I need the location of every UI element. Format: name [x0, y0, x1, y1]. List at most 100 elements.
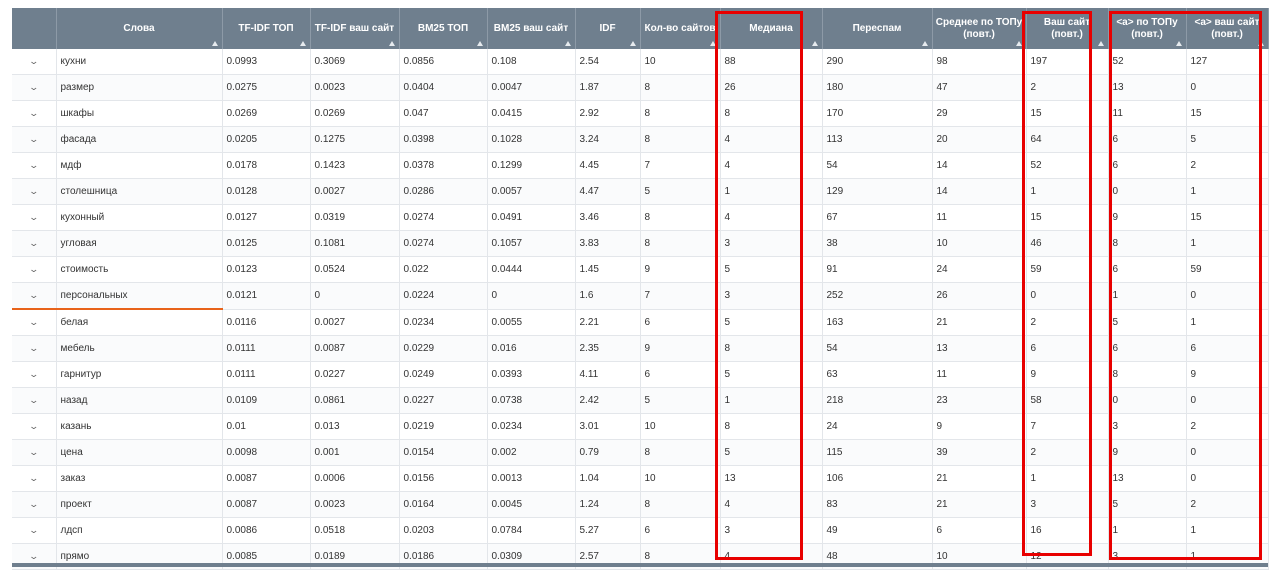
- row-expand-toggle[interactable]: ⌄: [12, 74, 57, 101]
- row-expand-toggle[interactable]: ⌄: [12, 439, 57, 466]
- table-row[interactable]: ⌄ заказ 0.0087 0.0006 0.0156 0.0013 1.04 10 13 10…: [12, 465, 1269, 492]
- cell-word: шкафы: [56, 100, 223, 127]
- chevron-down-icon[interactable]: ⌄: [28, 264, 39, 275]
- cell-median: 5: [720, 256, 823, 283]
- sort-arrow-icon[interactable]: [1097, 41, 1104, 46]
- table-row[interactable]: ⌄ персональных 0.0121 0 0.0224 0 1.6 7 3 252 26 0 1 0: [12, 282, 1269, 310]
- sort-arrow-icon[interactable]: [476, 41, 483, 46]
- column-header-a_top[interactable]: <a> по ТОПу (повт.): [1108, 8, 1187, 49]
- cell-overspam: 218: [822, 387, 933, 414]
- row-expand-toggle[interactable]: ⌄: [12, 387, 57, 414]
- sort-arrow-icon[interactable]: [299, 41, 306, 46]
- chevron-down-icon[interactable]: ⌄: [28, 134, 39, 145]
- column-header-median[interactable]: Медиана: [720, 8, 823, 49]
- chevron-down-icon[interactable]: ⌄: [28, 290, 39, 301]
- table-row[interactable]: ⌄ гарнитур 0.0111 0.0227 0.0249 0.0393 4.11 6 5 6…: [12, 361, 1269, 388]
- chevron-down-icon[interactable]: ⌄: [28, 238, 39, 249]
- sort-arrow-icon[interactable]: [921, 41, 928, 46]
- cell-tfidf_top: 0.0116: [222, 309, 311, 336]
- cell-a_site: 6: [1186, 335, 1269, 362]
- cell-avg_top: 21: [932, 491, 1027, 518]
- cell-avg_top: 11: [932, 204, 1027, 231]
- cell-bm25_top: 0.0229: [399, 335, 488, 362]
- cell-a_site: 15: [1186, 204, 1269, 231]
- chevron-down-icon[interactable]: ⌄: [28, 317, 39, 328]
- chevron-down-icon[interactable]: ⌄: [28, 186, 39, 197]
- row-expand-toggle[interactable]: ⌄: [12, 361, 57, 388]
- row-expand-toggle[interactable]: ⌄: [12, 491, 57, 518]
- chevron-down-icon[interactable]: ⌄: [28, 160, 39, 171]
- row-expand-toggle[interactable]: ⌄: [12, 178, 57, 205]
- column-header-bm25_site[interactable]: BM25 ваш сайт: [487, 8, 576, 49]
- table-row[interactable]: ⌄ столешница 0.0128 0.0027 0.0286 0.0057 4.47 5…: [12, 178, 1269, 205]
- table-row[interactable]: ⌄ лдсп 0.0086 0.0518 0.0203 0.0784 5.27 6 3 49 6 16…: [12, 517, 1269, 544]
- row-expand-toggle[interactable]: ⌄: [12, 465, 57, 492]
- sort-arrow-icon[interactable]: [1257, 41, 1264, 46]
- row-expand-toggle[interactable]: ⌄: [12, 152, 57, 179]
- column-header-tfidf_site[interactable]: TF-IDF ваш сайт: [310, 8, 400, 49]
- sort-arrow-icon[interactable]: [709, 41, 716, 46]
- chevron-down-icon[interactable]: ⌄: [28, 108, 39, 119]
- column-header-idf[interactable]: IDF: [575, 8, 641, 49]
- table-row[interactable]: ⌄ кухонный 0.0127 0.0319 0.0274 0.0491 3.46 8 4 6…: [12, 204, 1269, 231]
- table-row[interactable]: ⌄ мебель 0.0111 0.0087 0.0229 0.016 2.35 9 8 54 13…: [12, 335, 1269, 362]
- row-expand-toggle[interactable]: ⌄: [12, 126, 57, 153]
- row-expand-toggle[interactable]: ⌄: [12, 309, 57, 336]
- row-expand-toggle[interactable]: ⌄: [12, 335, 57, 362]
- table-row[interactable]: ⌄ кухни 0.0993 0.3069 0.0856 0.108 2.54 10 88 290…: [12, 49, 1269, 75]
- sort-arrow-icon[interactable]: [388, 41, 395, 46]
- sort-arrow-icon[interactable]: [811, 41, 818, 46]
- table-row[interactable]: ⌄ назад 0.0109 0.0861 0.0227 0.0738 2.42 5 1 218 2…: [12, 387, 1269, 414]
- sort-arrow-icon[interactable]: [564, 41, 571, 46]
- chevron-down-icon[interactable]: ⌄: [28, 499, 39, 510]
- cell-overspam: 290: [822, 49, 933, 75]
- column-header-tfidf_top[interactable]: TF-IDF ТОП: [222, 8, 311, 49]
- chevron-down-icon[interactable]: ⌄: [28, 82, 39, 93]
- column-header-avg_top[interactable]: Среднее по ТОПу (повт.): [932, 8, 1027, 49]
- cell-median: 8: [720, 100, 823, 127]
- column-header-sites_count[interactable]: Кол-во сайтов: [640, 8, 721, 49]
- table-row[interactable]: ⌄ мдф 0.0178 0.1423 0.0378 0.1299 4.45 7 4 54 14 52…: [12, 152, 1269, 179]
- column-header-label: TF-IDF ТОП: [238, 22, 294, 34]
- chevron-down-icon[interactable]: ⌄: [28, 212, 39, 223]
- chevron-down-icon[interactable]: ⌄: [28, 525, 39, 536]
- column-header-a_site[interactable]: <a> ваш сайт (повт.): [1186, 8, 1269, 49]
- column-header-bm25_top[interactable]: BM25 ТОП: [399, 8, 488, 49]
- table-row[interactable]: ⌄ стоимость 0.0123 0.0524 0.022 0.0444 1.45 9 5 9…: [12, 256, 1269, 283]
- table-row[interactable]: ⌄ фасада 0.0205 0.1275 0.0398 0.1028 3.24 8 4 113…: [12, 126, 1269, 153]
- row-expand-toggle[interactable]: ⌄: [12, 517, 57, 544]
- row-expand-toggle[interactable]: ⌄: [12, 204, 57, 231]
- column-header-word[interactable]: Слова: [56, 8, 223, 49]
- chevron-down-icon[interactable]: ⌄: [28, 395, 39, 406]
- table-row[interactable]: ⌄ размер 0.0275 0.0023 0.0404 0.0047 1.87 8 26 18…: [12, 74, 1269, 101]
- table-row[interactable]: ⌄ цена 0.0098 0.001 0.0154 0.002 0.79 8 5 115 39 2 9…: [12, 439, 1269, 466]
- table-row[interactable]: ⌄ казань 0.01 0.013 0.0219 0.0234 3.01 10 8 24 9 7 3…: [12, 413, 1269, 440]
- sort-arrow-icon[interactable]: [629, 41, 636, 46]
- row-expand-toggle[interactable]: ⌄: [12, 282, 57, 310]
- chevron-down-icon[interactable]: ⌄: [28, 447, 39, 458]
- chevron-down-icon[interactable]: ⌄: [28, 551, 39, 562]
- table-row[interactable]: ⌄ проект 0.0087 0.0023 0.0164 0.0045 1.24 8 4 83 2…: [12, 491, 1269, 518]
- table-row[interactable]: ⌄ белая 0.0116 0.0027 0.0234 0.0055 2.21 6 5 163 2…: [12, 309, 1269, 336]
- column-header-overspam[interactable]: Переспам: [822, 8, 933, 49]
- table-row[interactable]: ⌄ шкафы 0.0269 0.0269 0.047 0.0415 2.92 8 8 170 29…: [12, 100, 1269, 127]
- cell-sites_count: 8: [640, 74, 721, 101]
- row-expand-toggle[interactable]: ⌄: [12, 413, 57, 440]
- row-expand-toggle[interactable]: ⌄: [12, 100, 57, 127]
- cell-a_site: 127: [1186, 49, 1269, 75]
- sort-arrow-icon[interactable]: [1175, 41, 1182, 46]
- chevron-down-icon[interactable]: ⌄: [28, 56, 39, 67]
- table-row[interactable]: ⌄ угловая 0.0125 0.1081 0.0274 0.1057 3.83 8 3 38…: [12, 230, 1269, 257]
- row-expand-toggle[interactable]: ⌄: [12, 49, 57, 75]
- column-header-your_site[interactable]: Ваш сайт (повт.): [1026, 8, 1109, 49]
- chevron-down-icon[interactable]: ⌄: [28, 421, 39, 432]
- cell-word: заказ: [56, 465, 223, 492]
- chevron-down-icon[interactable]: ⌄: [28, 343, 39, 354]
- sort-arrow-icon[interactable]: [211, 41, 218, 46]
- cell-tfidf_top: 0.0269: [222, 100, 311, 127]
- row-expand-toggle[interactable]: ⌄: [12, 230, 57, 257]
- row-expand-toggle[interactable]: ⌄: [12, 256, 57, 283]
- sort-arrow-icon[interactable]: [1015, 41, 1022, 46]
- chevron-down-icon[interactable]: ⌄: [28, 473, 39, 484]
- chevron-down-icon[interactable]: ⌄: [28, 369, 39, 380]
